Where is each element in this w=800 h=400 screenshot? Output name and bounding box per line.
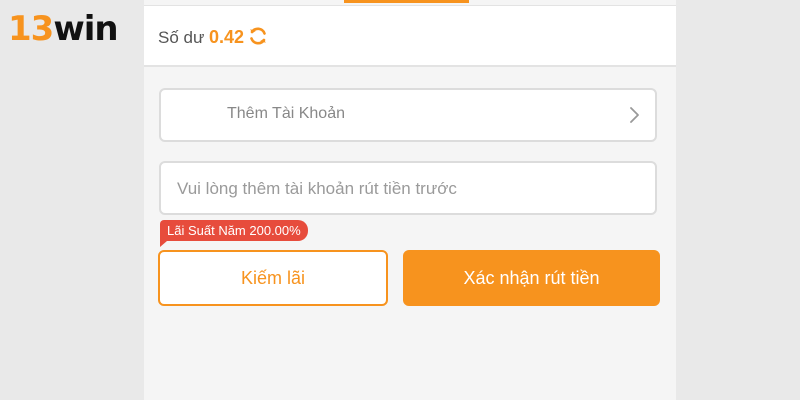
brand-logo: 13win [8,6,119,52]
logo-word: win [53,9,118,49]
refresh-icon[interactable] [247,25,269,47]
earn-interest-button[interactable]: Kiếm lãi [158,250,388,306]
withdraw-account-field [159,161,657,215]
add-account-row[interactable]: Thêm Tài Khoản [159,88,657,142]
active-tab-indicator [344,0,469,3]
confirm-withdraw-button[interactable]: Xác nhận rút tiền [403,250,660,306]
balance-value: 0.42 [209,27,245,47]
interest-rate-badge: Lãi Suất Năm 200.00% [160,220,308,247]
chevron-right-icon [629,106,641,124]
balance-label: Số dư [158,28,205,47]
withdraw-panel: Số dư 0.42 Thêm Tài Khoản Lãi Suất Năm 2… [144,0,676,400]
logo-number: 13 [8,9,54,49]
withdraw-account-input[interactable] [175,175,639,203]
balance-card: Số dư 0.42 [144,5,676,67]
add-account-label: Thêm Tài Khoản [227,105,345,122]
